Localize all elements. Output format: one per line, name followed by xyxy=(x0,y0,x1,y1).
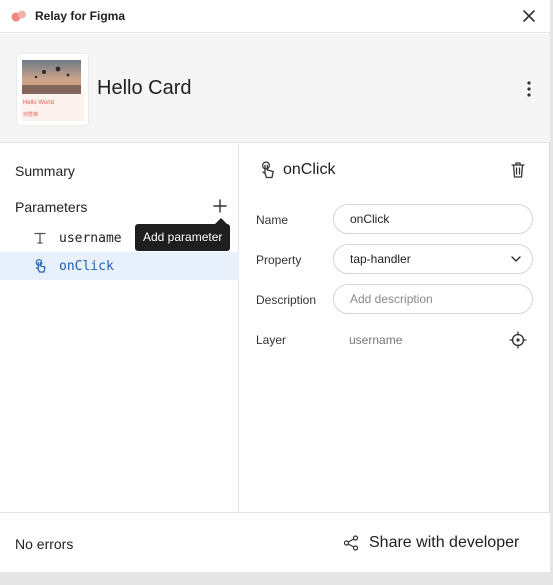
layer-label: Layer xyxy=(256,333,287,347)
locate-layer-icon[interactable] xyxy=(509,331,527,349)
relay-logo-icon xyxy=(11,10,26,22)
name-label: Name xyxy=(256,213,289,227)
parameter-title: onClick xyxy=(283,161,336,178)
share-icon xyxy=(343,535,359,551)
parameters-heading: Parameters xyxy=(15,199,88,215)
name-field[interactable]: onClick xyxy=(333,204,533,234)
parameters-pane: Summary Parameters username onClick xyxy=(0,144,239,512)
parameter-item-onclick[interactable]: onClick xyxy=(0,252,239,280)
close-icon[interactable] xyxy=(519,6,539,26)
component-header: Hello World 何慧祺 Hello Card xyxy=(0,34,550,143)
footer-bar: No errors Share with developer xyxy=(0,512,550,572)
thumbnail-subcaption: 何慧祺 xyxy=(23,112,39,118)
text-type-icon xyxy=(34,232,46,244)
share-label: Share with developer xyxy=(369,534,520,551)
app-title: Relay for Figma xyxy=(35,9,126,23)
parameter-detail-pane: onClick Name onClick Property tap-handle… xyxy=(240,144,550,512)
summary-link[interactable]: Summary xyxy=(15,163,75,179)
title-bar: Relay for Figma xyxy=(0,0,550,33)
add-parameter-tooltip: Add parameter xyxy=(135,224,231,251)
property-value: tap-handler xyxy=(350,252,411,266)
add-parameter-button[interactable] xyxy=(210,196,230,216)
thumbnail-caption: Hello World xyxy=(23,100,54,106)
property-label: Property xyxy=(256,253,302,267)
parameter-name: onClick xyxy=(59,259,114,274)
component-thumbnail: Hello World 何慧祺 xyxy=(17,54,88,125)
chevron-down-icon xyxy=(511,256,521,262)
description-label: Description xyxy=(256,293,317,307)
description-field[interactable]: Add description xyxy=(333,284,533,314)
layer-value: username xyxy=(349,333,403,347)
error-status: No errors xyxy=(15,536,74,552)
component-title: Hello Card xyxy=(97,77,192,99)
parameter-name: username xyxy=(59,231,122,246)
balloon-photo-image xyxy=(22,60,81,94)
tap-gesture-icon xyxy=(261,161,274,179)
tap-gesture-icon xyxy=(35,259,46,273)
more-options-icon[interactable] xyxy=(519,78,539,100)
delete-icon[interactable] xyxy=(509,160,527,180)
plugin-window: Relay for Figma Hello World 何慧祺 Hello Ca… xyxy=(0,0,550,572)
property-select[interactable]: tap-handler xyxy=(333,244,533,274)
share-with-developer-button[interactable]: Share with developer xyxy=(340,527,540,559)
